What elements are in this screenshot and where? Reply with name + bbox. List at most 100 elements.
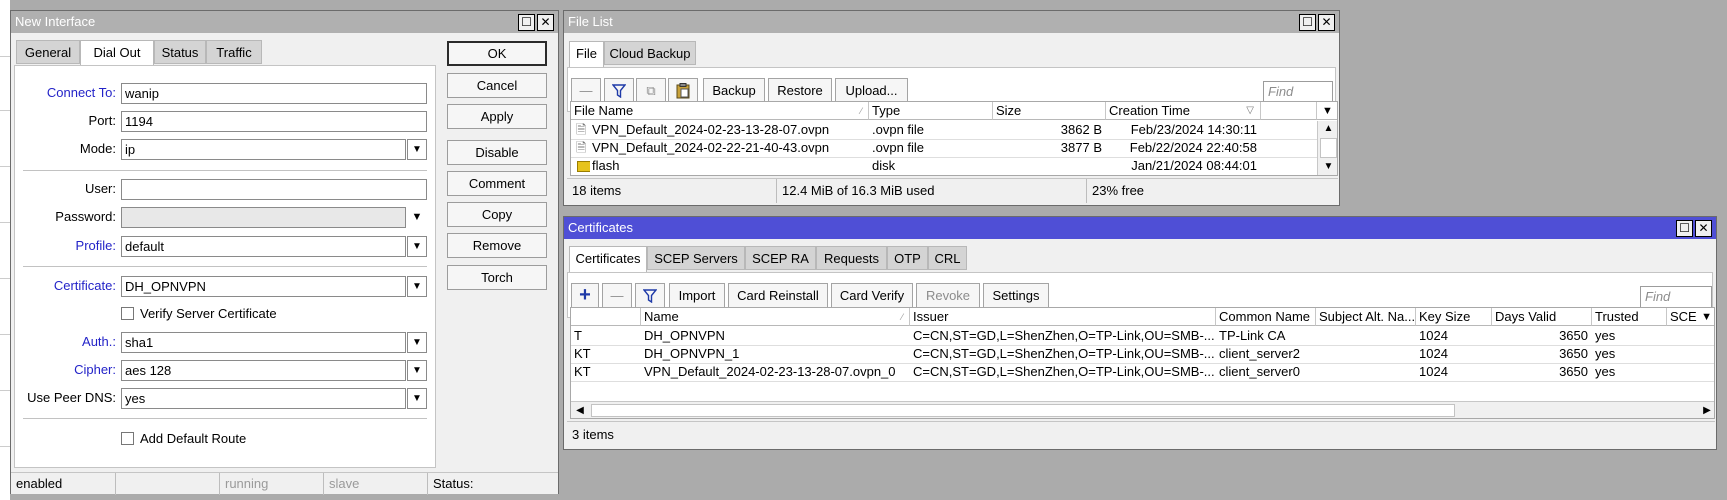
disable-button[interactable]: Disable (447, 140, 547, 165)
table-row-common-name[interactable]: client_server2 (1216, 345, 1316, 363)
column-header-common-name[interactable]: Common Name (1216, 308, 1316, 326)
column-header-type[interactable]: Type (869, 102, 993, 120)
find-input[interactable]: Find (1640, 286, 1712, 308)
dropdown-arrow-icon[interactable]: ▼ (407, 332, 427, 353)
filter-icon[interactable] (635, 283, 665, 309)
import-button[interactable]: Import (669, 283, 725, 309)
verify-server-certificate-checkbox[interactable] (121, 307, 134, 320)
table-row-name[interactable]: DH_OPNVPN_1 (641, 345, 910, 363)
table-row-issuer[interactable]: C=CN,ST=GD,L=ShenZhen,O=TP-Link,OU=SMB-.… (910, 363, 1216, 381)
tab-dial-out[interactable]: Dial Out (80, 40, 154, 66)
horizontal-scrollbar[interactable]: ◀ ▶ (571, 401, 1714, 418)
close-icon[interactable]: ✕ (537, 14, 554, 31)
use-peer-dns-select[interactable]: yes (121, 388, 406, 409)
column-header-issuer[interactable]: Issuer (910, 308, 1216, 326)
column-header-key-size[interactable]: Key Size (1416, 308, 1492, 326)
find-input[interactable]: Find (1263, 81, 1333, 103)
column-header-name[interactable]: Name ⁄ (641, 308, 910, 326)
scrollbar-thumb[interactable] (1320, 138, 1337, 158)
card-verify-button[interactable]: Card Verify (831, 283, 913, 309)
table-row-file-size[interactable]: 3862 B (993, 121, 1106, 139)
ok-button[interactable]: OK (447, 41, 547, 66)
table-row-issuer[interactable]: C=CN,ST=GD,L=ShenZhen,O=TP-Link,OU=SMB-.… (910, 345, 1216, 363)
table-row-file-time[interactable]: Jan/21/2024 08:44:01 (1106, 157, 1261, 175)
tab-scep-servers[interactable]: SCEP Servers (647, 246, 745, 270)
tab-otp[interactable]: OTP (887, 246, 928, 270)
table-row-file-type[interactable]: disk (869, 157, 993, 175)
table-row-file-name[interactable]: VPN_Default_2024-02-22-21-40-43.ovpn (589, 139, 869, 157)
scroll-down-icon[interactable]: ▼ (1318, 159, 1337, 175)
table-row-name[interactable]: VPN_Default_2024-02-23-13-28-07.ovpn_0 (641, 363, 910, 381)
certificate-select[interactable]: DH_OPNVPN (121, 276, 406, 297)
scroll-left-icon[interactable]: ◀ (571, 402, 589, 418)
table-row-file-size[interactable] (993, 157, 1106, 175)
table-row-file-type[interactable]: .ovpn file (869, 139, 993, 157)
comment-button[interactable]: Comment (447, 171, 547, 196)
table-row-file-type[interactable]: .ovpn file (869, 121, 993, 139)
window-title-bar[interactable]: New Interface (11, 11, 558, 33)
remove-button[interactable]: Remove (447, 233, 547, 258)
table-row-name[interactable]: DH_OPNVPN (641, 327, 910, 345)
column-header-creation-time[interactable]: Creation Time ▽ (1106, 102, 1261, 120)
user-field[interactable] (121, 179, 427, 200)
plus-icon[interactable]: + (571, 283, 599, 309)
vertical-scrollbar[interactable]: ▲ ▼ (1317, 121, 1337, 175)
tab-file[interactable]: File (569, 41, 604, 67)
table-row-common-name[interactable]: TP-Link CA (1216, 327, 1316, 345)
auth-select[interactable]: sha1 (121, 332, 406, 353)
connect-to-field[interactable]: wanip (121, 83, 427, 104)
minus-icon[interactable]: — (602, 283, 632, 309)
revoke-button[interactable]: Revoke (916, 283, 980, 309)
column-header-size[interactable]: Size (993, 102, 1106, 120)
maximize-icon[interactable]: ☐ (518, 14, 535, 31)
card-reinstall-button[interactable]: Card Reinstall (728, 283, 828, 309)
dropdown-arrow-icon[interactable]: ▼ (407, 207, 427, 228)
table-row-file-size[interactable]: 3877 B (993, 139, 1106, 157)
apply-button[interactable]: Apply (447, 104, 547, 129)
window-title-bar[interactable]: Certificates (564, 217, 1716, 239)
close-icon[interactable]: ✕ (1695, 220, 1712, 237)
column-header-file-name[interactable]: File Name ⁄ (571, 102, 869, 120)
table-row-subject-alt-name[interactable] (1316, 345, 1416, 363)
scroll-up-icon[interactable]: ▲ (1318, 121, 1337, 137)
tab-cloud-backup[interactable]: Cloud Backup (604, 41, 696, 65)
column-menu-icon[interactable]: ▼ (1701, 308, 1712, 325)
window-title-bar[interactable]: File List (564, 11, 1339, 33)
dropdown-arrow-icon[interactable]: ▼ (407, 139, 427, 160)
column-header-subject-alt-name[interactable]: Subject Alt. Na... (1316, 308, 1416, 326)
table-row-subject-alt-name[interactable] (1316, 363, 1416, 381)
table-row-file-time[interactable]: Feb/23/2024 14:30:11 (1106, 121, 1261, 139)
tab-certificates[interactable]: Certificates (569, 246, 647, 272)
table-row-subject-alt-name[interactable] (1316, 327, 1416, 345)
settings-button[interactable]: Settings (983, 283, 1049, 309)
table-row-days-valid[interactable]: 3650 (1492, 327, 1592, 345)
dropdown-arrow-icon[interactable]: ▼ (407, 360, 427, 381)
table-row-days-valid[interactable]: 3650 (1492, 363, 1592, 381)
password-field[interactable] (121, 207, 406, 228)
dropdown-arrow-icon[interactable]: ▼ (407, 276, 427, 297)
scroll-right-icon[interactable]: ▶ (1698, 402, 1714, 418)
column-header-days-valid[interactable]: Days Valid (1492, 308, 1592, 326)
mode-select[interactable]: ip (121, 139, 406, 160)
tab-requests[interactable]: Requests (816, 246, 887, 270)
table-row-key-size[interactable]: 1024 (1416, 345, 1492, 363)
add-default-route-checkbox[interactable] (121, 432, 134, 445)
tab-status[interactable]: Status (154, 40, 206, 64)
table-row-trusted[interactable]: yes (1592, 363, 1667, 381)
table-row-key-size[interactable]: 1024 (1416, 363, 1492, 381)
torch-button[interactable]: Torch (447, 265, 547, 290)
port-field[interactable]: 1194 (121, 111, 427, 132)
table-row-key-size[interactable]: 1024 (1416, 327, 1492, 345)
table-row-common-name[interactable]: client_server0 (1216, 363, 1316, 381)
column-header-flags[interactable] (571, 308, 641, 326)
cipher-select[interactable]: aes 128 (121, 360, 406, 381)
column-header-trusted[interactable]: Trusted (1592, 308, 1667, 326)
tab-general[interactable]: General (16, 40, 80, 64)
tab-traffic[interactable]: Traffic (206, 40, 262, 64)
table-row-trusted[interactable]: yes (1592, 327, 1667, 345)
close-icon[interactable]: ✕ (1318, 14, 1335, 31)
table-row-issuer[interactable]: C=CN,ST=GD,L=ShenZhen,O=TP-Link,OU=SMB-.… (910, 327, 1216, 345)
maximize-icon[interactable]: ☐ (1676, 220, 1693, 237)
cancel-button[interactable]: Cancel (447, 73, 547, 98)
table-row-file-name[interactable]: flash (589, 157, 869, 175)
